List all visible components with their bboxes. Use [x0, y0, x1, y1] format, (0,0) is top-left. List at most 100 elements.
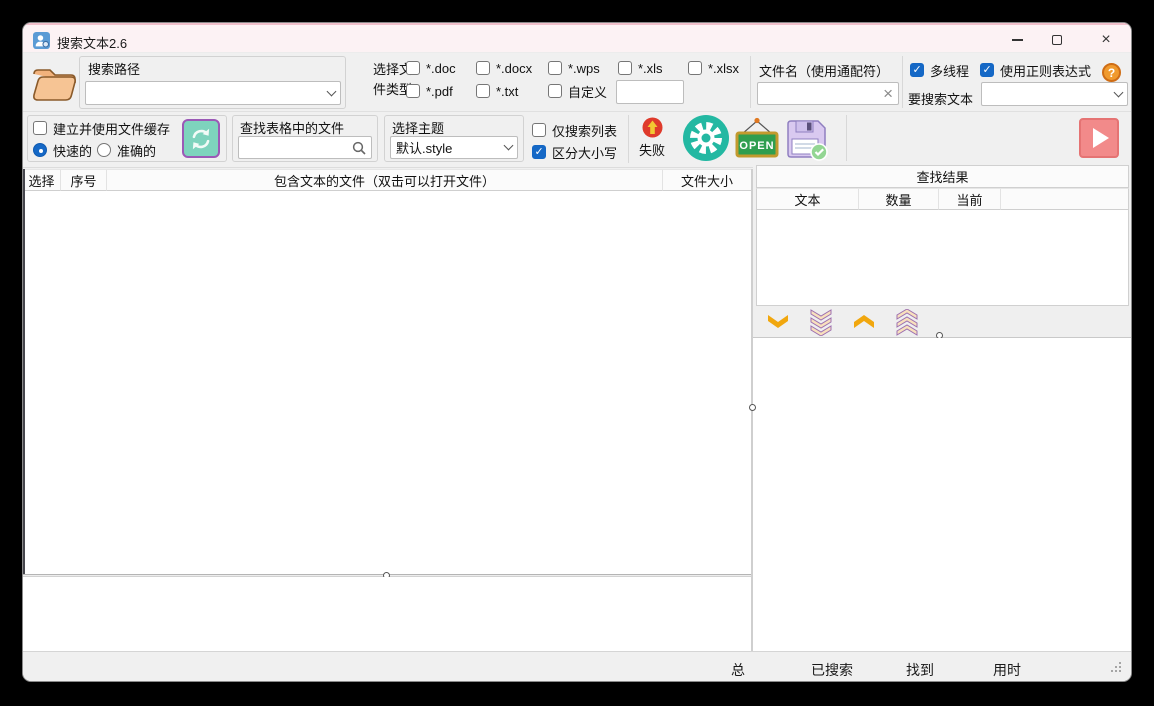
fail-label: 失败: [639, 140, 665, 159]
multithread-checkbox[interactable]: 多线程: [910, 62, 969, 78]
regex-checkbox[interactable]: 使用正则表达式: [980, 62, 1091, 78]
close-button[interactable]: ×: [1083, 25, 1129, 55]
filetype-docx-checkbox[interactable]: *.docx: [476, 60, 532, 76]
first-match-button[interactable]: [893, 308, 921, 336]
triple-chevron-up-icon: [895, 309, 919, 336]
checkbox-icon: [476, 84, 490, 98]
column-header-select[interactable]: 选择: [23, 169, 61, 191]
filename-inputbox[interactable]: ×: [757, 82, 899, 105]
title-bar: 搜索文本2.6 ×: [23, 23, 1131, 53]
list-only-checkbox[interactable]: 仅搜索列表: [532, 122, 617, 138]
filetype-doc-checkbox[interactable]: *.doc: [406, 60, 456, 76]
chevron-down-icon: [327, 86, 337, 96]
column-header-files[interactable]: 包含文本的文件（双击可以打开文件）: [107, 169, 663, 191]
filetype-wps-checkbox[interactable]: *.wps: [548, 60, 600, 76]
checkbox-icon: [618, 61, 632, 75]
theme-select[interactable]: 默认.style: [390, 136, 518, 159]
filetype-custom-checkbox[interactable]: 自定义: [548, 83, 607, 99]
status-found-label: 找到: [906, 660, 934, 680]
previous-match-button[interactable]: [850, 312, 878, 330]
maximize-button[interactable]: [1035, 25, 1079, 55]
filetype-xls-checkbox[interactable]: *.xls: [618, 60, 663, 76]
filename-input[interactable]: [763, 83, 879, 104]
separator: [750, 56, 751, 108]
choose-folder-button[interactable]: [29, 59, 79, 105]
clear-icon[interactable]: ×: [883, 85, 893, 102]
table-filter-input[interactable]: [244, 137, 348, 158]
separator: [846, 115, 847, 163]
case-sensitive-checkbox[interactable]: 区分大小写: [532, 144, 617, 160]
results-column-count[interactable]: 数量: [859, 188, 939, 210]
search-text-combobox[interactable]: [981, 82, 1128, 106]
column-header-filesize[interactable]: 文件大小: [663, 169, 751, 191]
filetype-xlsx-checkbox[interactable]: *.xlsx: [688, 60, 739, 76]
filename-label: 文件名（使用通配符）: [759, 61, 889, 80]
refresh-icon: [188, 126, 214, 152]
open-sign-icon: OPEN: [735, 117, 779, 159]
results-column-text[interactable]: 文本: [756, 188, 859, 210]
separator: [902, 56, 903, 108]
start-search-button[interactable]: [1079, 118, 1119, 158]
checkbox-icon: [406, 84, 420, 98]
search-text-label: 要搜索文本: [908, 89, 973, 108]
results-body: [756, 210, 1129, 306]
search-text-input[interactable]: [987, 83, 1111, 105]
next-match-button[interactable]: [764, 312, 792, 330]
window-title: 搜索文本2.6: [57, 33, 127, 52]
refresh-cache-button[interactable]: [182, 119, 220, 158]
status-searched-label: 已搜索: [811, 660, 853, 680]
search-path-input[interactable]: [91, 82, 324, 104]
fail-arrow-icon: [642, 117, 663, 138]
chevron-down-icon: [504, 141, 514, 151]
theme-value: 默认.style: [396, 138, 501, 157]
table-filter-label: 查找表格中的文件: [240, 118, 344, 137]
radio-icon: [97, 143, 111, 157]
checkbox-icon: [910, 63, 924, 77]
radio-accurate[interactable]: 准确的: [97, 142, 156, 158]
results-column-empty: [1001, 188, 1129, 210]
status-time-label: 用时: [993, 660, 1021, 680]
checkbox-icon: [980, 63, 994, 77]
row-divider: [23, 111, 1132, 112]
save-results-button[interactable]: [783, 115, 829, 161]
separator: [628, 115, 629, 163]
triple-chevron-down-icon: [809, 309, 833, 336]
results-column-current[interactable]: 当前: [939, 188, 1001, 210]
filetype-txt-checkbox[interactable]: *.txt: [476, 83, 518, 99]
close-icon: ×: [1101, 31, 1110, 49]
custom-filetype-inputbox[interactable]: [616, 80, 684, 104]
lower-left-panel: [23, 577, 751, 651]
app-icon: [33, 32, 50, 49]
save-floppy-icon: [783, 116, 829, 161]
checkbox-icon: [548, 84, 562, 98]
splitter-handle-icon[interactable]: [749, 404, 756, 411]
gear-icon: [683, 115, 729, 161]
status-total-label: 总: [731, 660, 745, 680]
column-header-index[interactable]: 序号: [61, 169, 107, 191]
cache-checkbox[interactable]: 建立并使用文件缓存: [33, 120, 170, 136]
chevron-down-icon: [1114, 87, 1124, 97]
filetype-pdf-checkbox[interactable]: *.pdf: [406, 83, 453, 99]
search-path-combobox[interactable]: [85, 81, 341, 105]
table-filter-inputbox[interactable]: [238, 136, 372, 159]
checkbox-icon: [532, 123, 546, 137]
theme-label: 选择主题: [392, 118, 444, 137]
minimize-icon: [1012, 39, 1023, 41]
radio-icon: [33, 143, 47, 157]
radio-fast[interactable]: 快速的: [33, 142, 92, 158]
open-label: OPEN: [739, 140, 774, 152]
play-icon: [1093, 128, 1109, 148]
results-title: 查找结果: [756, 165, 1129, 188]
chevron-down-gold-icon: [766, 314, 790, 329]
help-icon[interactable]: ?: [1102, 63, 1121, 82]
app-window: 搜索文本2.6 × 搜索路径 选择文 件类型 *.doc *.docx *.wp…: [22, 22, 1132, 682]
custom-filetype-input[interactable]: [622, 81, 678, 103]
resize-grip-icon[interactable]: [1111, 662, 1113, 664]
last-match-button[interactable]: [807, 308, 835, 336]
fail-status[interactable]: 失败: [631, 117, 673, 159]
status-bar: [23, 651, 1132, 682]
minimize-button[interactable]: [995, 25, 1039, 55]
right-lower-panel: [753, 338, 1132, 651]
settings-button[interactable]: [683, 115, 729, 161]
open-file-button[interactable]: OPEN: [735, 117, 779, 159]
